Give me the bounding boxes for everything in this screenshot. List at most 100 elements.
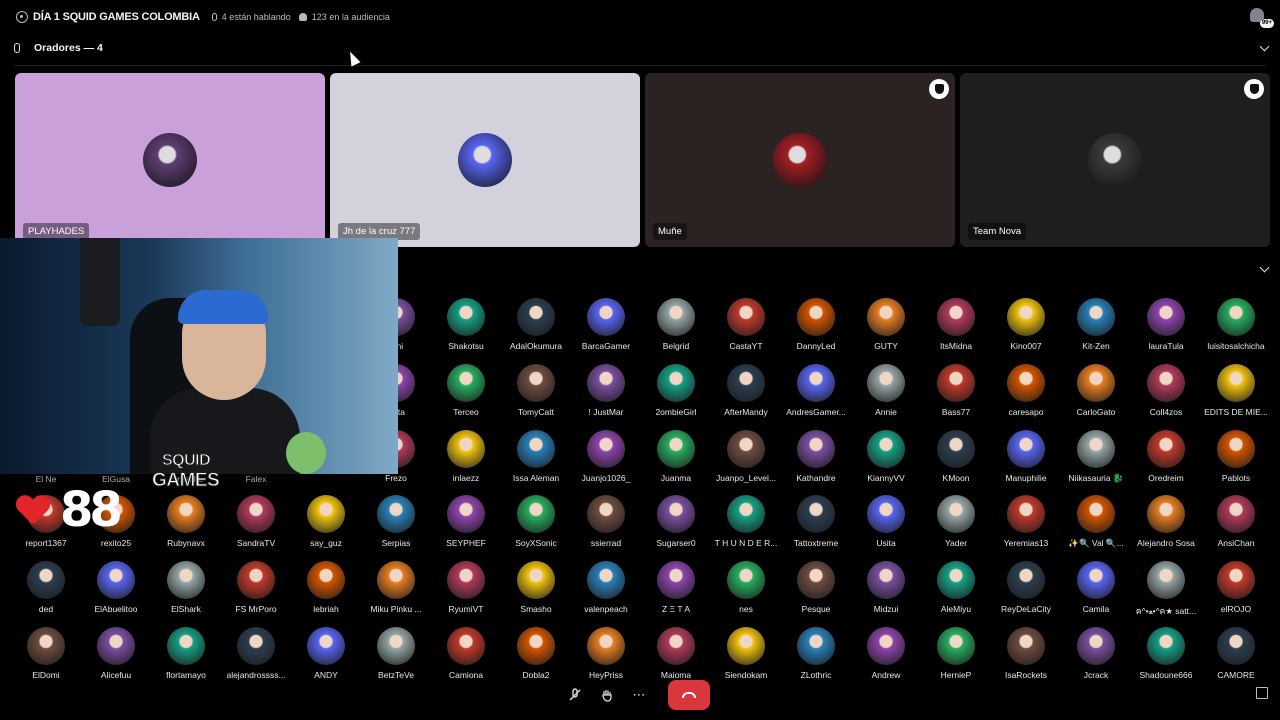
audience-member[interactable]: Usita bbox=[846, 495, 926, 559]
audience-avatar[interactable] bbox=[797, 298, 835, 336]
audience-avatar[interactable] bbox=[587, 298, 625, 336]
audience-member[interactable]: lebriah bbox=[286, 561, 366, 625]
audience-avatar[interactable] bbox=[937, 364, 975, 402]
audience-avatar[interactable] bbox=[657, 561, 695, 599]
audience-avatar[interactable] bbox=[377, 561, 415, 599]
audience-avatar[interactable] bbox=[1007, 495, 1045, 533]
audience-member[interactable]: AnsiChan bbox=[1196, 495, 1276, 559]
audience-member[interactable]: ✨🔍 Val 🔍... bbox=[1056, 495, 1136, 559]
audience-member[interactable]: Juanpo_Level... bbox=[706, 430, 786, 494]
audience-member[interactable]: Rubynavx bbox=[146, 495, 226, 559]
audience-member[interactable]: Tattoxtreme bbox=[776, 495, 856, 559]
audience-member[interactable]: BetzTeVe bbox=[356, 627, 436, 691]
audience-avatar[interactable] bbox=[1217, 430, 1255, 468]
audience-member[interactable]: AdalOkumura bbox=[496, 298, 576, 362]
audience-member[interactable]: Jcrack bbox=[1056, 627, 1136, 691]
audience-member[interactable]: SEYPHEF bbox=[426, 495, 506, 559]
audience-member[interactable]: CastaYT bbox=[706, 298, 786, 362]
audience-member[interactable]: Sugarser0 bbox=[636, 495, 716, 559]
audience-member[interactable]: Coll4zos bbox=[1126, 364, 1206, 428]
audience-avatar[interactable] bbox=[1217, 627, 1255, 665]
audience-member[interactable]: CarloGato bbox=[1056, 364, 1136, 428]
audience-member[interactable]: ฅ^•ﻌ•^ฅ★ satt... bbox=[1126, 561, 1206, 625]
audience-member[interactable]: elROJO bbox=[1196, 561, 1276, 625]
audience-avatar[interactable] bbox=[727, 430, 765, 468]
audience-avatar[interactable] bbox=[447, 364, 485, 402]
audience-member[interactable]: Juanma bbox=[636, 430, 716, 494]
audience-member[interactable]: Manuphilie bbox=[986, 430, 1066, 494]
audience-member[interactable]: Issa Aleman bbox=[496, 430, 576, 494]
audience-member[interactable]: Bass77 bbox=[916, 364, 996, 428]
audience-member[interactable]: GUTY bbox=[846, 298, 926, 362]
audience-avatar[interactable] bbox=[727, 364, 765, 402]
audience-avatar[interactable] bbox=[27, 627, 65, 665]
audience-avatar[interactable] bbox=[517, 430, 555, 468]
audience-avatar[interactable] bbox=[797, 627, 835, 665]
audience-avatar[interactable] bbox=[1217, 364, 1255, 402]
audience-member[interactable]: valenpeach bbox=[566, 561, 646, 625]
audience-member[interactable]: Pablots bbox=[1196, 430, 1276, 494]
audience-member[interactable]: Kino007 bbox=[986, 298, 1066, 362]
audience-avatar[interactable] bbox=[1147, 298, 1185, 336]
mute-button[interactable] bbox=[562, 682, 588, 708]
audience-avatar[interactable] bbox=[657, 430, 695, 468]
audience-avatar[interactable] bbox=[587, 364, 625, 402]
audience-avatar[interactable] bbox=[517, 495, 555, 533]
audience-member[interactable]: ItsMidna bbox=[916, 298, 996, 362]
audience-avatar[interactable] bbox=[727, 561, 765, 599]
audience-avatar[interactable] bbox=[27, 561, 65, 599]
audience-member[interactable]: inlaezz bbox=[426, 430, 506, 494]
audience-member[interactable]: Andrew bbox=[846, 627, 926, 691]
audience-avatar[interactable] bbox=[727, 495, 765, 533]
audience-avatar[interactable] bbox=[167, 627, 205, 665]
audience-member[interactable]: HernieP bbox=[916, 627, 996, 691]
audience-member[interactable]: Miku Pinku ... bbox=[356, 561, 436, 625]
audience-avatar[interactable] bbox=[867, 364, 905, 402]
audience-member[interactable]: Shakotsu bbox=[426, 298, 506, 362]
audience-member[interactable]: ANDY bbox=[286, 627, 366, 691]
audience-avatar[interactable] bbox=[447, 561, 485, 599]
audience-member[interactable]: alejandrossss... bbox=[216, 627, 296, 691]
audience-member[interactable]: AndresGamer... bbox=[776, 364, 856, 428]
audience-avatar[interactable] bbox=[1217, 561, 1255, 599]
audience-avatar[interactable] bbox=[1147, 627, 1185, 665]
audience-member[interactable]: ded bbox=[6, 561, 86, 625]
audience-member[interactable]: AfterMandy bbox=[706, 364, 786, 428]
audience-member[interactable]: ssierrad bbox=[566, 495, 646, 559]
audience-member[interactable]: DannyLed bbox=[776, 298, 856, 362]
audience-member[interactable]: Kit-Zen bbox=[1056, 298, 1136, 362]
audience-avatar[interactable] bbox=[727, 627, 765, 665]
audience-member[interactable]: Alicefuu bbox=[76, 627, 156, 691]
audience-avatar[interactable] bbox=[1077, 298, 1115, 336]
audience-member[interactable]: RyumiVT bbox=[426, 561, 506, 625]
audience-avatar[interactable] bbox=[797, 364, 835, 402]
audience-member[interactable]: ZLothric bbox=[776, 627, 856, 691]
audience-avatar[interactable] bbox=[867, 430, 905, 468]
audience-avatar[interactable] bbox=[1147, 561, 1185, 599]
audience-avatar[interactable] bbox=[1007, 364, 1045, 402]
audience-member[interactable]: Midzui bbox=[846, 561, 926, 625]
audience-avatar[interactable] bbox=[867, 561, 905, 599]
audience-avatar[interactable] bbox=[1077, 430, 1115, 468]
audience-member[interactable]: ! JustMar bbox=[566, 364, 646, 428]
audience-avatar[interactable] bbox=[377, 627, 415, 665]
audience-member[interactable]: CAMORE bbox=[1196, 627, 1276, 691]
audience-avatar[interactable] bbox=[517, 627, 555, 665]
audience-member[interactable]: AleMiyu bbox=[916, 561, 996, 625]
audience-member[interactable]: Z Ξ T A bbox=[636, 561, 716, 625]
audience-avatar[interactable] bbox=[307, 561, 345, 599]
audience-member[interactable]: caresapo bbox=[986, 364, 1066, 428]
audience-avatar[interactable] bbox=[797, 561, 835, 599]
audience-member[interactable]: SoyXSonic bbox=[496, 495, 576, 559]
audience-avatar[interactable] bbox=[937, 298, 975, 336]
more-button[interactable]: ⋯ bbox=[626, 682, 652, 708]
audience-avatar[interactable] bbox=[377, 495, 415, 533]
audience-avatar[interactable] bbox=[517, 298, 555, 336]
audience-avatar[interactable] bbox=[937, 495, 975, 533]
audience-avatar[interactable] bbox=[1217, 495, 1255, 533]
audience-member[interactable]: luisitosalchicha bbox=[1196, 298, 1276, 362]
audience-avatar[interactable] bbox=[1007, 298, 1045, 336]
leave-stage-button[interactable] bbox=[668, 680, 710, 710]
audience-member[interactable]: Yader bbox=[916, 495, 996, 559]
audience-member[interactable]: Annie bbox=[846, 364, 926, 428]
